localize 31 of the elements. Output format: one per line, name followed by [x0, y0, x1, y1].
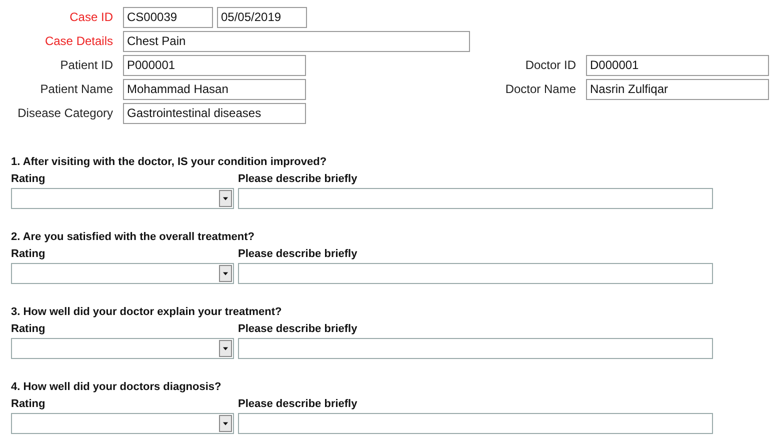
- text-field[interactable]: 05/05/2019: [217, 6, 307, 28]
- description-field[interactable]: [238, 413, 713, 434]
- text-field[interactable]: P000001: [123, 54, 306, 76]
- field-label: Doctor ID: [524, 58, 576, 72]
- question-text: 4. How well did your doctors diagnosis?: [11, 380, 222, 395]
- description-field[interactable]: [238, 263, 713, 284]
- rating-label: Rating: [11, 397, 46, 412]
- text-field[interactable]: CS00039: [123, 6, 213, 28]
- rating-label: Rating: [11, 172, 46, 187]
- text-field[interactable]: Nasrin Zulfiqar: [586, 78, 769, 100]
- describe-label: Please describe briefly: [238, 172, 358, 187]
- text-field[interactable]: Chest Pain: [123, 30, 470, 52]
- text-field[interactable]: D000001: [586, 54, 769, 76]
- text-field[interactable]: Gastrointestinal diseases: [123, 102, 306, 124]
- field-label: Case Details: [44, 34, 113, 48]
- field-label: Disease Category: [16, 106, 113, 120]
- description-field[interactable]: [238, 338, 713, 359]
- question-text: 3. How well did your doctor explain your treatment?: [11, 305, 283, 320]
- describe-label: Please describe briefly: [238, 322, 358, 337]
- field-label: Doctor Name: [504, 82, 576, 96]
- field-label: Patient Name: [39, 82, 113, 96]
- text-field[interactable]: Mohammad Hasan: [123, 78, 306, 100]
- question-text: 1. After visiting with the doctor, IS your condition improved?: [11, 155, 328, 170]
- description-field[interactable]: [238, 188, 713, 209]
- question-text: 2. Are you satisfied with the overall treatment?: [11, 230, 256, 245]
- rating-label: Rating: [11, 322, 46, 337]
- rating-label: Rating: [11, 247, 46, 262]
- describe-label: Please describe briefly: [238, 247, 358, 262]
- field-label: Case ID: [68, 10, 113, 24]
- describe-label: Please describe briefly: [238, 397, 358, 412]
- field-label: Patient ID: [59, 58, 113, 72]
